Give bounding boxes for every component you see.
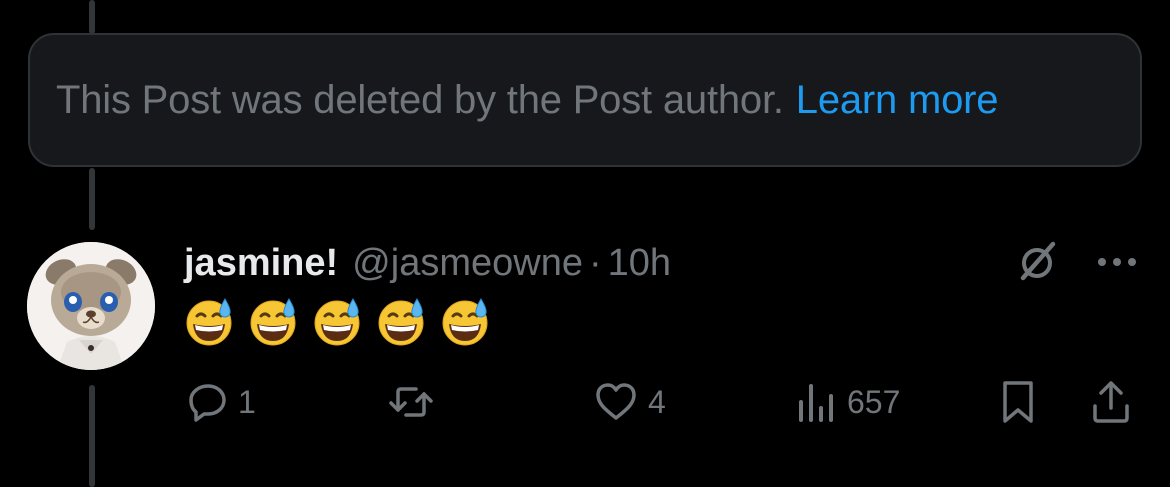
author-display-name[interactable]: jasmine! (184, 242, 338, 285)
grinning-sweat-emoji (250, 298, 296, 346)
bookmark-button[interactable] (998, 372, 1038, 432)
separator-dot: · (588, 241, 602, 284)
grinning-sweat-emoji (314, 298, 360, 346)
grinning-sweat-emoji (378, 298, 424, 346)
grinning-sweat-emoji (442, 298, 488, 346)
views-button[interactable]: 657 (795, 372, 900, 432)
view-count: 657 (847, 383, 901, 420)
post-actions-bar: 1 4 657 (0, 372, 1170, 432)
repost-button[interactable] (386, 372, 436, 432)
repost-icon (389, 387, 433, 417)
deleted-notice-text: This Post was deleted by the Post author… (56, 77, 784, 122)
deleted-post-notice: This Post was deleted by the Post author… (28, 33, 1142, 167)
post-thread: This Post was deleted by the Post author… (0, 0, 1170, 487)
avatar[interactable] (27, 242, 155, 370)
share-icon (1093, 381, 1129, 423)
reply-count: 1 (238, 383, 256, 420)
learn-more-link[interactable]: Learn more (796, 78, 999, 123)
bookmark-icon (1003, 381, 1033, 423)
share-button[interactable] (1089, 372, 1133, 432)
grinning-sweat-emoji (186, 298, 232, 346)
thread-connector-line (89, 0, 95, 34)
reply-icon (189, 384, 226, 422)
grok-icon[interactable] (1013, 238, 1061, 286)
like-count: 4 (648, 383, 666, 420)
reply-button[interactable]: 1 (186, 372, 256, 432)
more-icon[interactable] (1094, 248, 1140, 276)
heart-icon (596, 383, 636, 420)
views-icon (799, 384, 833, 422)
thread-connector-line (89, 168, 95, 230)
like-button[interactable]: 4 (592, 372, 666, 432)
author-handle[interactable]: @jasmeowne (352, 242, 583, 285)
avatar-plush-image (27, 242, 155, 370)
post-timestamp[interactable]: 10h (608, 242, 671, 285)
post-text: 😅😅😅😅😅 (184, 292, 490, 352)
post-header: jasmine! @jasmeowne · 10h (184, 238, 671, 288)
